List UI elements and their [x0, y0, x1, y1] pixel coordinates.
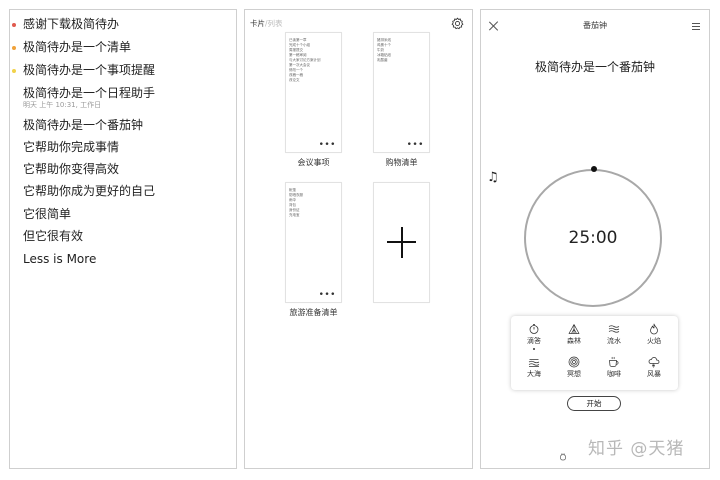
sound-label: 森林: [567, 337, 581, 345]
spiral-icon: [568, 356, 580, 368]
sound-option-stream[interactable]: 流水: [599, 323, 629, 353]
sound-label: 火焰: [647, 337, 661, 345]
priority-dot: [12, 23, 16, 27]
sound-label: 咖啡: [607, 370, 621, 378]
task-text: 极简待办是一个清单: [23, 40, 132, 54]
sound-label: 大海: [527, 370, 541, 378]
add-card-button[interactable]: [373, 182, 430, 303]
stopwatch-icon: [529, 324, 539, 334]
tab-card[interactable]: 卡片: [250, 19, 265, 28]
start-button[interactable]: 开始: [567, 396, 621, 411]
more-options-icon[interactable]: •••: [319, 291, 336, 300]
timer-handle[interactable]: [591, 166, 597, 172]
card-preview: 已读第一章 完成十个小组 周报提交 第一稿审阅 与大家讨论方案计划 第一次大会议…: [289, 38, 338, 83]
timer-display: 25:00: [568, 228, 618, 248]
sound-label: 流水: [607, 337, 621, 345]
card-preview: 帐篷 防晒衣服 雨伞 背包 身份证 充电宝: [289, 188, 338, 218]
note-card[interactable]: 帐篷 防晒衣服 雨伞 背包 身份证 充电宝 •••: [285, 182, 342, 303]
current-task-heading: 极简待办是一个番茄钟: [534, 60, 655, 74]
card-title: 会议事项: [297, 158, 330, 167]
sound-picker: 滴答 森林 流水 火焰 大海 冥想 咖啡 风暴: [511, 316, 678, 390]
pomodoro-panel: 番茄钟 极简待办是一个番茄钟 ♫ 25:00 滴答 森林 流水 火焰 大海 冥想: [480, 9, 710, 469]
task-text: 它很简单: [23, 207, 72, 221]
tent-icon: [568, 324, 580, 334]
tab-list[interactable]: 列表: [268, 19, 283, 28]
task-text: Less is More: [23, 252, 97, 266]
waves-icon: [608, 325, 620, 333]
note-card[interactable]: 已读第一章 完成十个小组 周报提交 第一稿审阅 与大家讨论方案计划 第一次大会议…: [285, 32, 342, 153]
task-text: 极简待办是一个事项提醒: [23, 63, 156, 77]
task-text: 极简待办是一个番茄钟: [23, 118, 144, 132]
task-text: 它帮助你成为更好的自己: [23, 184, 156, 198]
card-title: 旅游准备清单: [289, 308, 338, 317]
sound-option-coffee[interactable]: 咖啡: [599, 356, 629, 386]
sound-option-ticking[interactable]: 滴答: [519, 323, 549, 353]
hand-icon[interactable]: [559, 453, 567, 461]
task-reminder-time: 明天 上午 10:31, 工作日: [23, 101, 102, 109]
note-card[interactable]: 猪排米线 鸡蛋十个 牛奶 冰箱贴纸 乳酸菌 •••: [373, 32, 430, 153]
sound-label: 风暴: [647, 370, 661, 378]
coffee-icon: [609, 356, 619, 367]
card-line: 改论文: [289, 78, 300, 82]
task-text: 感谢下载极简待办: [23, 17, 120, 31]
sound-option-storm[interactable]: 风暴: [639, 356, 669, 386]
task-text: 极简待办是一个日程助手: [23, 86, 156, 100]
sound-option-forest[interactable]: 森林: [559, 323, 589, 353]
sound-option-sea[interactable]: 大海: [519, 356, 549, 386]
task-text: 它帮助你完成事情: [23, 140, 120, 154]
more-options-icon[interactable]: •••: [319, 141, 336, 150]
sea-icon: [528, 359, 540, 367]
flame-icon: [650, 323, 658, 335]
priority-dot: [12, 46, 16, 50]
menu-icon[interactable]: [692, 23, 700, 30]
card-line: 充电宝: [289, 213, 300, 217]
sound-option-fire[interactable]: 火焰: [639, 323, 669, 353]
more-options-icon[interactable]: •••: [407, 141, 424, 150]
watermark-text: 知乎 @天猪: [588, 439, 685, 459]
task-text: 它帮助你变得高效: [23, 162, 120, 176]
view-tabs: 卡片/列表: [250, 19, 283, 29]
card-line: 乳酸菌: [377, 58, 388, 62]
storm-icon: [648, 357, 660, 368]
priority-dot: [12, 69, 16, 73]
sound-option-meditation[interactable]: 冥想: [559, 356, 589, 386]
task-text: 但它很有效: [23, 229, 84, 243]
gear-icon[interactable]: [451, 17, 464, 30]
sound-label: 冥想: [567, 370, 581, 378]
card-preview: 猪排米线 鸡蛋十个 牛奶 冰箱贴纸 乳酸菌: [377, 38, 426, 63]
selected-indicator: [533, 348, 535, 350]
cards-panel: 卡片/列表 已读第一章 完成十个小组 周报提交 第一稿审阅 与大家讨论方案计划 …: [244, 9, 473, 469]
music-icon[interactable]: ♫: [487, 171, 499, 185]
task-list-panel: 感谢下载极简待办 极简待办是一个清单 极简待办是一个事项提醒 极简待办是一个日程…: [9, 9, 237, 469]
card-title: 购物清单: [385, 158, 418, 167]
sound-label: 滴答: [527, 337, 541, 345]
page-title: 番茄钟: [583, 21, 607, 30]
